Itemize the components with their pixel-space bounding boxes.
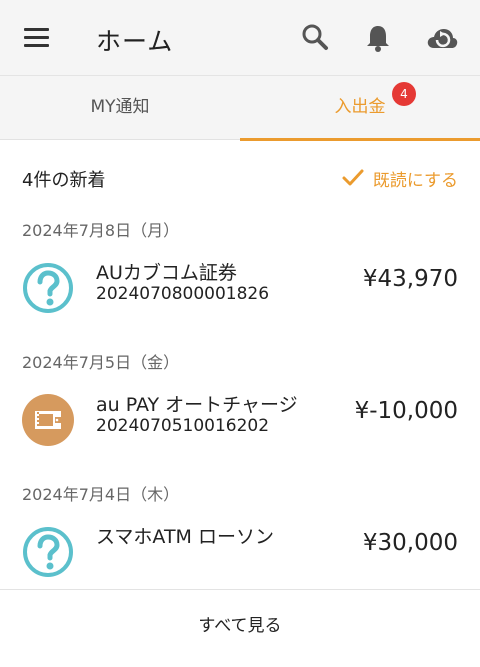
transaction-row[interactable]: AUカブコム証券 2024070800001826 ¥43,970	[0, 242, 480, 342]
tab-deposits-withdrawals[interactable]: 入出金	[240, 76, 480, 141]
transaction-name: スマホATM ローソン	[96, 526, 274, 548]
check-icon	[342, 169, 364, 186]
tab-my-notifications[interactable]: MY通知	[0, 76, 240, 140]
transaction-row[interactable]: au PAY オートチャージ 2024070510016202 ¥-10,000	[0, 374, 480, 474]
search-icon[interactable]	[300, 22, 332, 54]
new-items-bar: 4件の新着 既読にする	[0, 140, 480, 206]
transaction-reference: 2024070800001826	[96, 284, 270, 304]
bell-icon[interactable]	[362, 22, 394, 54]
date-header: 2024年7月5日（金）	[22, 353, 180, 372]
transaction-amount: ¥-10,000	[354, 398, 458, 424]
see-all-button[interactable]: すべて見る	[0, 590, 480, 664]
mark-as-read-button[interactable]: 既読にする	[341, 164, 458, 192]
transaction-reference: 2024070510016202	[96, 416, 270, 436]
question-icon	[22, 526, 74, 578]
new-count: 4件の新着	[22, 170, 106, 191]
menu-icon[interactable]	[24, 26, 52, 50]
wallet-icon	[22, 394, 74, 446]
tab-label: 入出金	[334, 97, 386, 117]
mark-as-read-label: 既読にする	[372, 170, 458, 191]
date-header: 2024年7月4日（木）	[22, 485, 180, 504]
app-bar: ホーム	[0, 0, 480, 76]
unread-badge: 4	[392, 82, 416, 106]
cloud-sync-icon[interactable]	[425, 22, 458, 54]
page-title: ホーム	[96, 27, 174, 56]
question-icon	[22, 262, 74, 314]
transaction-amount: ¥43,970	[362, 266, 458, 292]
tab-label: MY通知	[90, 97, 150, 117]
transaction-name: AUカブコム証券	[96, 262, 237, 284]
transaction-name: au PAY オートチャージ	[96, 394, 298, 416]
footer: すべて見る	[0, 589, 480, 667]
date-header: 2024年7月8日（月）	[22, 221, 180, 240]
transaction-amount: ¥30,000	[362, 530, 458, 556]
